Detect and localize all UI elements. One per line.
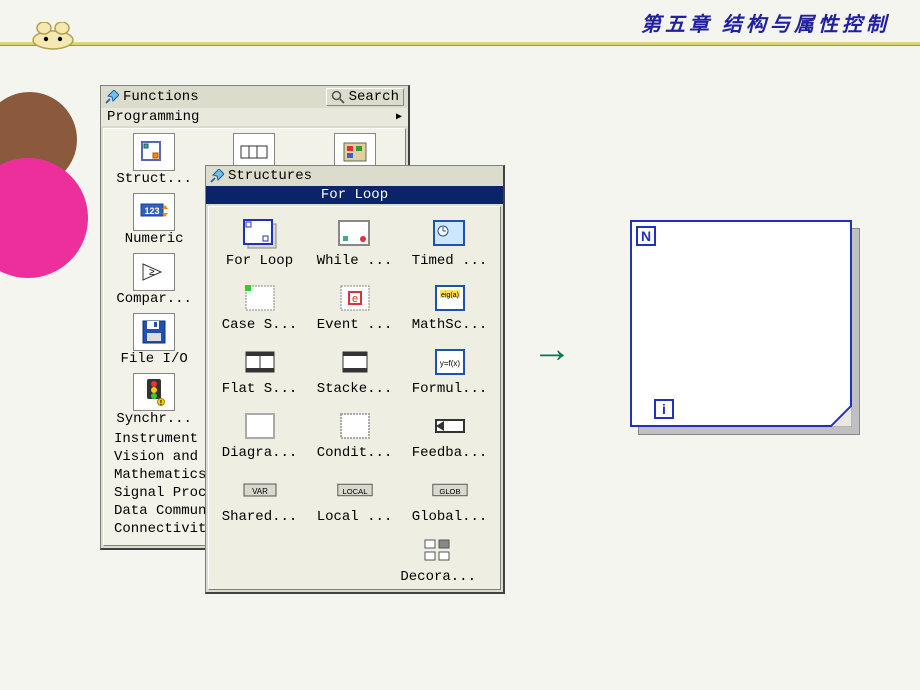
case-icon — [242, 282, 278, 314]
decorations-icon — [421, 536, 455, 564]
top-divider — [0, 42, 920, 46]
dog-ear-icon — [830, 405, 852, 427]
while-loop-icon — [336, 218, 374, 250]
functions-item-comparison[interactable]: ≥ Compar... — [104, 253, 204, 307]
func-label: File I/O — [121, 351, 188, 367]
structures-item-shared-variable[interactable]: VAR Shared... — [215, 471, 304, 525]
breadcrumb-label: Programming — [107, 109, 199, 125]
i-terminal[interactable]: i — [654, 399, 674, 419]
pin-icon[interactable] — [105, 90, 119, 104]
breadcrumb[interactable]: Programming ▶ — [101, 108, 408, 126]
struct-label: Feedba... — [412, 445, 488, 461]
shared-var-icon: VAR — [240, 481, 280, 499]
pin-icon[interactable] — [210, 169, 224, 183]
svg-text:eig(a): eig(a) — [441, 292, 459, 299]
svg-text:y=f(x): y=f(x) — [439, 359, 460, 368]
face-decor-icon — [30, 22, 76, 50]
structures-item-timed[interactable]: Timed ... — [405, 215, 494, 269]
structures-item-for-loop[interactable]: For Loop — [215, 215, 304, 269]
array-icon — [239, 142, 269, 162]
functions-item-fileio[interactable]: File I/O — [104, 313, 204, 367]
search-icon — [331, 90, 345, 104]
func-label: Synchr... — [116, 411, 192, 427]
global-var-icon: GLOB — [429, 481, 471, 499]
svg-text:e: e — [351, 293, 357, 305]
struct-label: Local ... — [317, 509, 393, 525]
chevron-right-icon: ▶ — [396, 111, 402, 123]
functions-header: Functions Search — [101, 86, 408, 108]
decor-circle-pink — [0, 158, 88, 278]
for-loop-icon — [241, 217, 279, 251]
structures-body: For Loop While ... — [208, 206, 501, 590]
feedback-icon — [430, 416, 470, 436]
traffic-light-icon: ! — [141, 378, 167, 406]
struct-label: Stacke... — [317, 381, 393, 397]
functions-item-structures[interactable]: Struct... — [104, 133, 204, 187]
svg-text:≥: ≥ — [149, 267, 155, 278]
n-terminal[interactable]: N — [636, 226, 656, 246]
struct-label: Timed ... — [412, 253, 488, 269]
struct-label: Global... — [412, 509, 488, 525]
func-label: Numeric — [125, 231, 184, 247]
timed-icon — [431, 218, 469, 250]
for-loop-diagram: N i — [630, 220, 860, 435]
structures-item-diagram-disable[interactable]: Diagra... — [215, 407, 304, 461]
cluster-icon — [342, 141, 368, 163]
arrow-right-icon: → — [540, 330, 564, 375]
functions-item-synchronization[interactable]: ! Synchr... — [104, 373, 204, 427]
structures-item-global-variable[interactable]: GLOB Global... — [405, 471, 494, 525]
floppy-icon — [141, 319, 167, 345]
event-icon: e — [337, 282, 373, 314]
struct-label: Diagra... — [222, 445, 298, 461]
formula-icon: y=f(x) — [432, 346, 468, 378]
structures-item-flat-sequence[interactable]: Flat S... — [215, 343, 304, 397]
struct-label: Case S... — [222, 317, 298, 333]
structures-item-event[interactable]: e Event ... — [310, 279, 399, 333]
search-button[interactable]: Search — [326, 88, 404, 106]
struct-label: For Loop — [226, 253, 293, 269]
svg-text:LOCAL: LOCAL — [342, 487, 367, 496]
local-var-icon: LOCAL — [334, 481, 376, 499]
struct-label: MathSc... — [412, 317, 488, 333]
chapter-title: 第五章 结构与属性控制 — [641, 8, 890, 37]
structures-item-stacked-sequence[interactable]: Stacke... — [310, 343, 399, 397]
structures-item-while-loop[interactable]: While ... — [310, 215, 399, 269]
struct-label: While ... — [317, 253, 393, 269]
struct-label: Shared... — [222, 509, 298, 525]
selected-banner: For Loop — [206, 186, 503, 204]
structures-title: Structures — [228, 168, 312, 184]
struct-label: Event ... — [317, 317, 393, 333]
func-label: Struct... — [116, 171, 192, 187]
structures-icon — [139, 139, 169, 165]
numeric-icon: 123 — [138, 201, 170, 223]
structures-item-formula[interactable]: y=f(x) Formul... — [405, 343, 494, 397]
structures-item-decorations[interactable]: Decora... — [400, 531, 476, 585]
structures-item-mathscript[interactable]: eig(a) MathSc... — [405, 279, 494, 333]
structures-header: Structures — [206, 166, 503, 186]
structures-item-feedback[interactable]: Feedba... — [405, 407, 494, 461]
comparison-icon: ≥ — [139, 260, 169, 284]
structures-item-case[interactable]: Case S... — [215, 279, 304, 333]
struct-label: Flat S... — [222, 381, 298, 397]
flat-sequence-icon — [242, 346, 278, 378]
svg-text:VAR: VAR — [252, 487, 268, 496]
search-label: Search — [349, 89, 399, 105]
svg-text:123: 123 — [145, 206, 160, 216]
struct-label: Decora... — [400, 569, 476, 585]
conditional-disable-icon — [338, 411, 372, 441]
functions-item-numeric[interactable]: 123 Numeric — [104, 193, 204, 247]
struct-label: Formul... — [412, 381, 488, 397]
structures-item-conditional-disable[interactable]: Condit... — [310, 407, 399, 461]
structures-palette: Structures For Loop For Loop — [205, 165, 505, 594]
stacked-sequence-icon — [337, 346, 373, 378]
mathscript-icon: eig(a) — [432, 282, 468, 314]
func-label: Compar... — [116, 291, 192, 307]
structures-item-local-variable[interactable]: LOCAL Local ... — [310, 471, 399, 525]
functions-title: Functions — [123, 89, 199, 105]
svg-text:GLOB: GLOB — [439, 487, 460, 496]
svg-text:!: ! — [159, 400, 163, 406]
diagram-disable-icon — [243, 411, 277, 441]
struct-label: Condit... — [317, 445, 393, 461]
